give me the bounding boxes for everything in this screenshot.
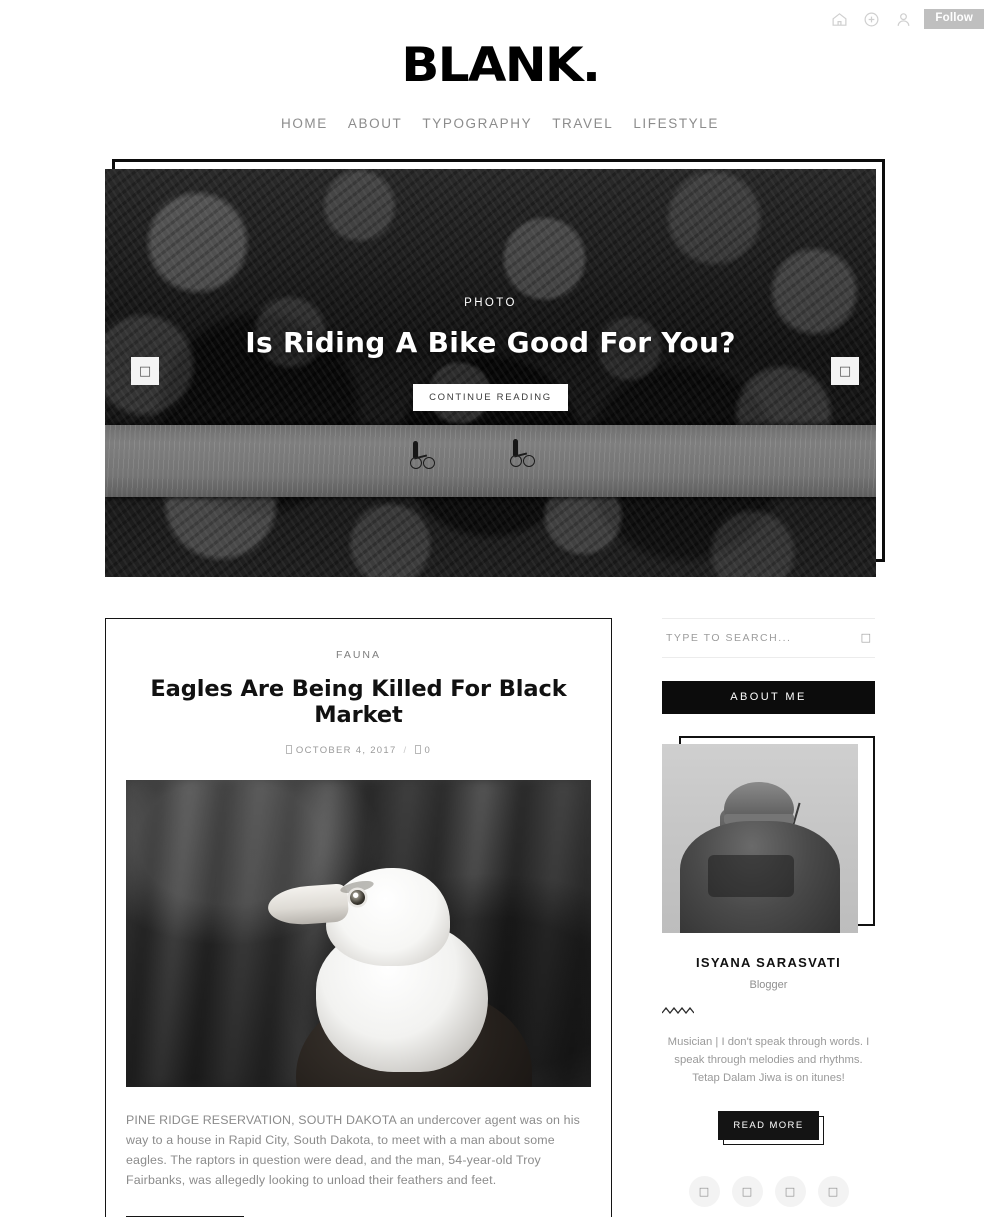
calendar-icon [285,745,292,754]
search-input[interactable] [666,631,831,644]
social-links: □ □ □ □ [662,1176,875,1207]
about-me-photo-wrap [662,736,875,933]
user-icon[interactable] [892,8,914,30]
sidebar: □ ABOUT ME ISYANA SARASVATI Blogger Musi… [661,618,875,1207]
read-more-button-wrap: READ MORE [718,1111,824,1145]
social-icon-1[interactable]: □ [688,1176,720,1207]
about-me-role: Blogger [749,979,788,991]
social-icon-4[interactable]: □ [817,1176,849,1207]
home-icon[interactable] [828,8,850,30]
main-navigation: HOME ABOUT TYPOGRAPHY TRAVEL LIFESTYLE [0,116,1000,131]
add-circle-icon[interactable] [860,8,882,30]
about-me-bio: Musician | I don't speak through words. … [667,1036,870,1084]
hero-overlay: PHOTO Is Riding A Bike Good For You? CON… [105,169,876,577]
social-icon-2[interactable]: □ [731,1176,763,1207]
search-widget: □ [662,618,875,658]
read-more-button[interactable]: READ MORE [718,1111,819,1140]
nav-item-travel[interactable]: TRAVEL [552,116,613,131]
post-title[interactable]: Eagles Are Being Killed For Black Market [126,676,591,728]
nav-item-lifestyle[interactable]: LIFESTYLE [633,116,719,131]
nav-item-typography[interactable]: TYPOGRAPHY [422,116,532,131]
site-logo[interactable]: BLANK. [401,42,601,89]
hero-image: PHOTO Is Riding A Bike Good For You? CON… [105,169,876,577]
meta-separator: / [403,745,408,756]
slider-next-arrow-icon[interactable]: □ [831,357,859,385]
post-card: FAUNA Eagles Are Being Killed For Black … [105,618,612,1217]
slider-prev-arrow-icon[interactable]: □ [131,357,159,385]
content-area: FAUNA Eagles Are Being Killed For Black … [105,618,895,1217]
social-icon-3[interactable]: □ [774,1176,806,1207]
hero-category: PHOTO [464,297,517,309]
post-featured-image[interactable] [126,780,591,1087]
about-me-name: ISYANA SARASVATI [695,955,842,970]
post-excerpt: PINE RIDGE RESERVATION, SOUTH DAKOTA an … [126,1113,580,1187]
post-meta: OCTOBER 4, 2017 / 0 [126,745,591,756]
masthead: BLANK. HOME ABOUT TYPOGRAPHY TRAVEL LIFE… [0,38,1000,131]
follow-button[interactable]: Follow [924,8,984,30]
search-icon[interactable]: □ [861,631,871,644]
top-utility-bar: Follow [0,0,1000,38]
comment-icon [414,745,421,754]
hero-continue-reading-button[interactable]: CONTINUE READING [413,384,568,411]
hero-slider: PHOTO Is Riding A Bike Good For You? CON… [105,159,895,577]
nav-item-about[interactable]: ABOUT [348,116,403,131]
about-me-photo [662,744,858,933]
post-comment-count[interactable]: 0 [414,745,432,756]
zigzag-divider-icon [661,1006,695,1015]
about-me-widget-title: ABOUT ME [662,681,875,714]
post-category[interactable]: FAUNA [126,649,591,661]
eagle-illustration [266,838,578,1087]
post-date: OCTOBER 4, 2017 [285,745,397,756]
nav-item-home[interactable]: HOME [281,116,328,131]
hiker-jacket [680,821,840,933]
hero-title: Is Riding A Bike Good For You? [245,326,736,359]
hiker-beanie [724,782,794,824]
about-me-cta-wrap: READ MORE [662,1087,875,1145]
